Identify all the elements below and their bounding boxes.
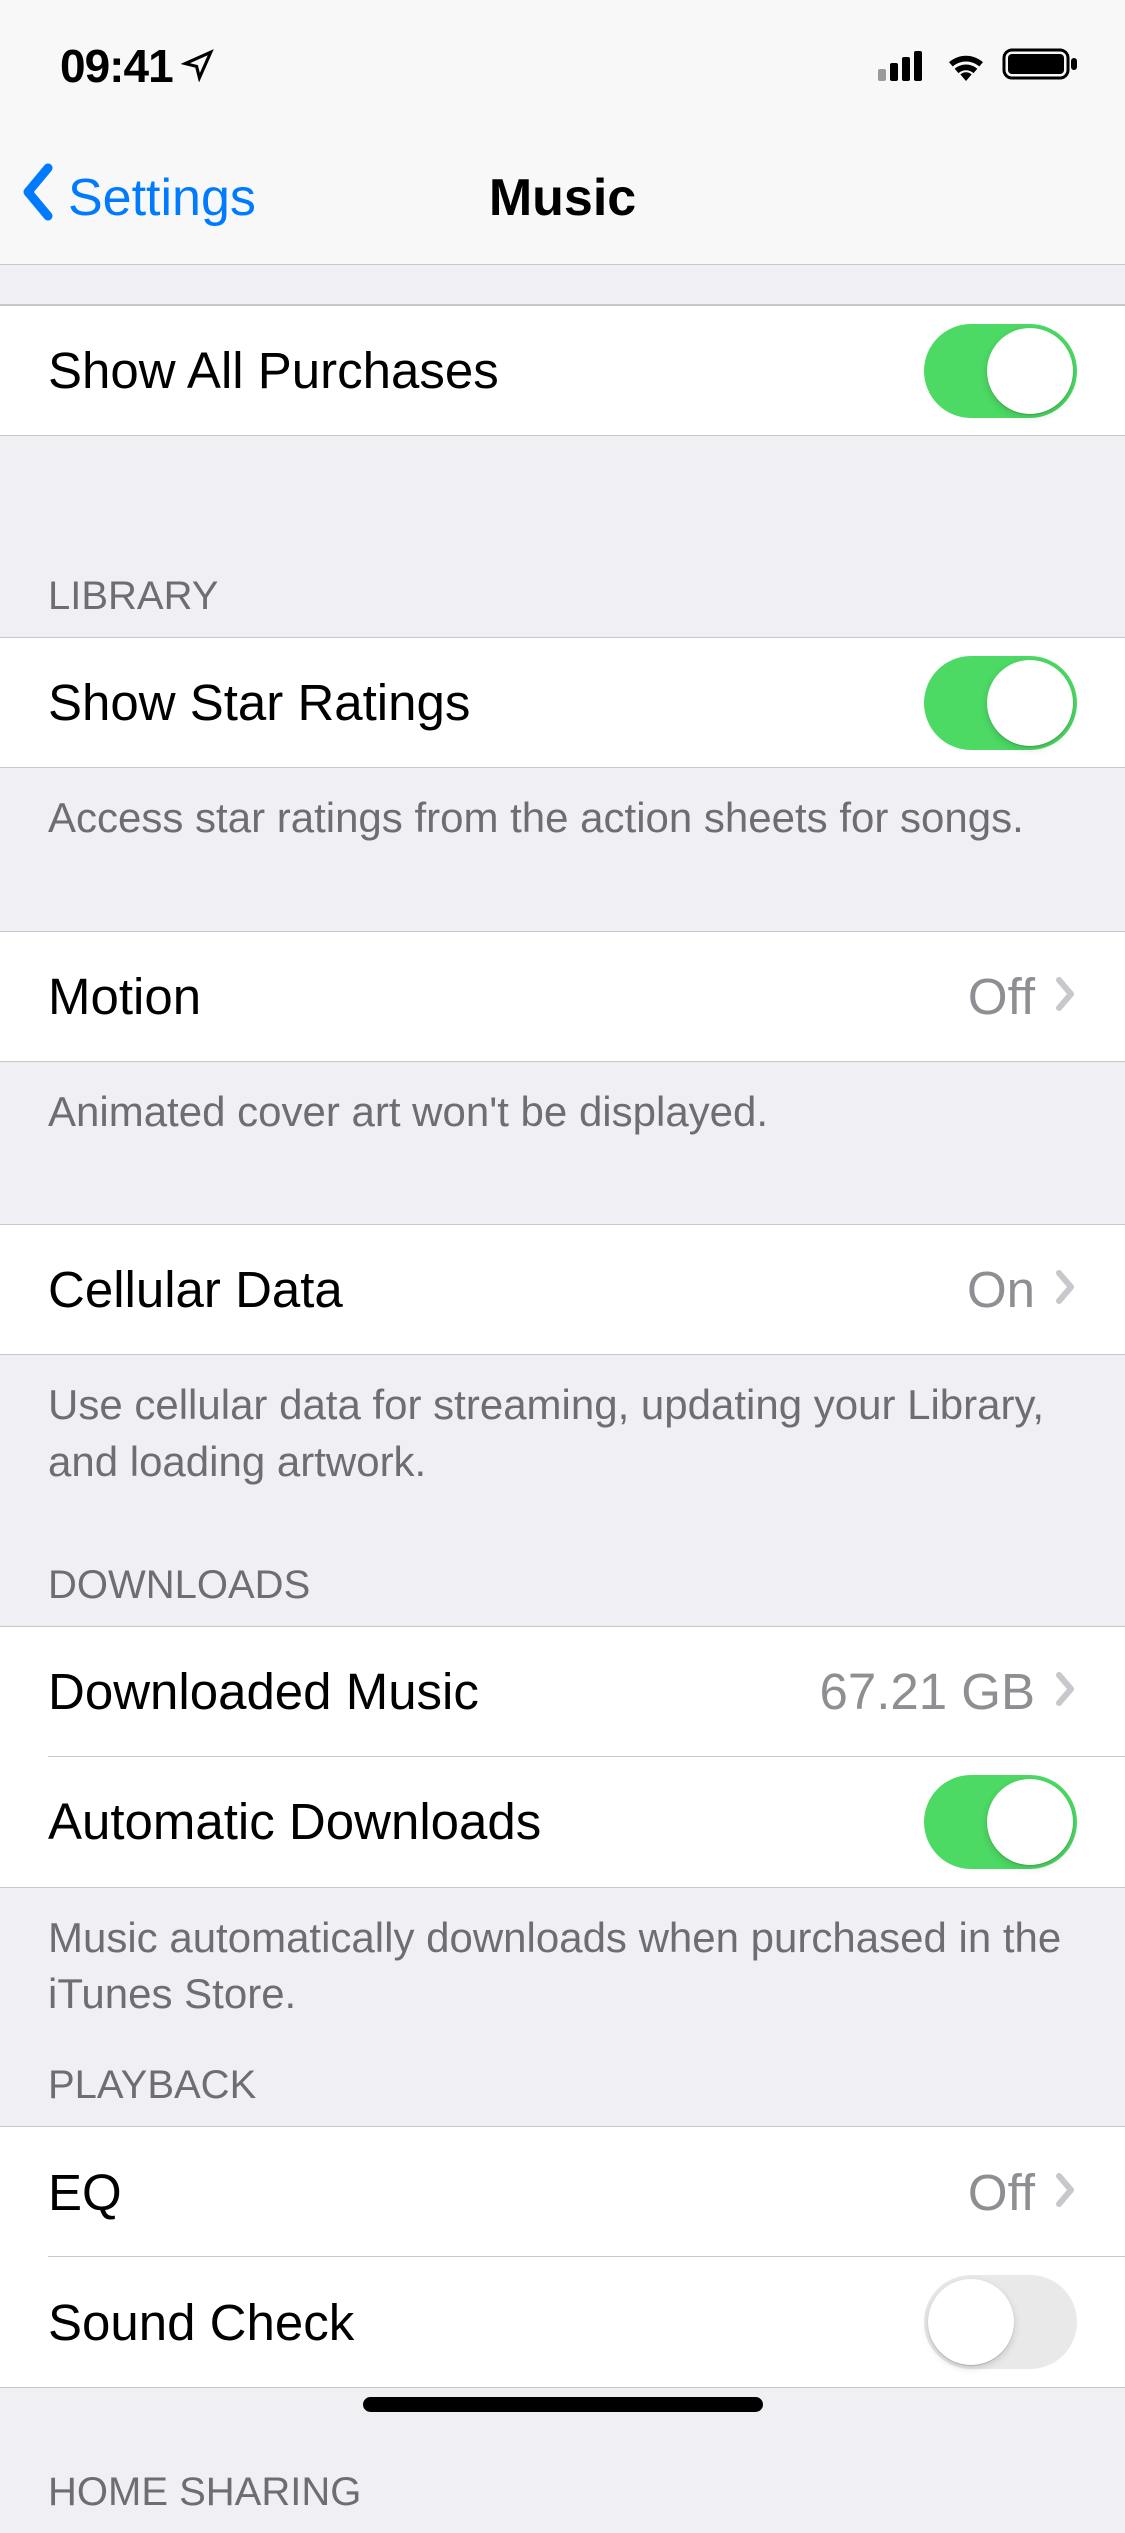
home-indicator[interactable] xyxy=(363,2397,763,2412)
chevron-right-icon xyxy=(1053,1260,1077,1319)
cell-label: Motion xyxy=(48,967,968,1026)
show-all-purchases-toggle[interactable] xyxy=(924,324,1077,418)
back-label: Settings xyxy=(68,168,256,228)
show-all-purchases-cell[interactable]: Show All Purchases xyxy=(0,305,1125,436)
star-ratings-footer: Access star ratings from the action shee… xyxy=(0,768,1125,871)
sound-check-cell[interactable]: Sound Check xyxy=(0,2257,1125,2388)
cell-label: Sound Check xyxy=(48,2293,924,2352)
chevron-right-icon xyxy=(1053,967,1077,1026)
nav-bar: Settings Music xyxy=(0,132,1125,265)
chevron-left-icon xyxy=(20,162,56,235)
cell-value: 67.21 GB xyxy=(820,1662,1035,1721)
status-bar: 09:41 xyxy=(0,0,1125,132)
cell-label: Cellular Data xyxy=(48,1260,967,1319)
battery-icon xyxy=(1002,46,1080,87)
eq-cell[interactable]: EQ Off xyxy=(0,2126,1125,2257)
chevron-right-icon xyxy=(1053,1662,1077,1721)
motion-cell[interactable]: Motion Off xyxy=(0,931,1125,1062)
cell-value: On xyxy=(967,1260,1035,1319)
cell-value: Off xyxy=(968,2163,1035,2222)
sound-check-toggle[interactable] xyxy=(924,2275,1077,2369)
status-time: 09:41 xyxy=(60,39,173,93)
cell-value: Off xyxy=(968,967,1035,1026)
wifi-icon xyxy=(942,47,990,86)
cellular-data-cell[interactable]: Cellular Data On xyxy=(0,1224,1125,1355)
automatic-downloads-cell[interactable]: Automatic Downloads xyxy=(0,1757,1125,1888)
cell-label: Downloaded Music xyxy=(48,1662,820,1721)
show-star-ratings-toggle[interactable] xyxy=(924,656,1077,750)
show-star-ratings-cell[interactable]: Show Star Ratings xyxy=(0,637,1125,768)
back-button[interactable]: Settings xyxy=(0,162,256,235)
playback-header: PLAYBACK xyxy=(0,2047,1125,2126)
downloaded-music-cell[interactable]: Downloaded Music 67.21 GB xyxy=(0,1626,1125,1757)
downloads-header: DOWNLOADS xyxy=(0,1515,1125,1626)
motion-footer: Animated cover art won't be displayed. xyxy=(0,1062,1125,1165)
location-icon xyxy=(181,39,215,93)
library-header: LIBRARY xyxy=(0,546,1125,637)
cellular-signal-icon xyxy=(878,47,930,86)
automatic-downloads-toggle[interactable] xyxy=(924,1775,1077,1869)
automatic-downloads-footer: Music automatically downloads when purch… xyxy=(0,1888,1125,2047)
chevron-right-icon xyxy=(1053,2163,1077,2222)
cell-label: EQ xyxy=(48,2163,968,2222)
cellular-footer: Use cellular data for streaming, updatin… xyxy=(0,1355,1125,1514)
cell-label: Show All Purchases xyxy=(48,341,924,400)
settings-content: Show All Purchases LIBRARY Show Star Rat… xyxy=(0,265,1125,2533)
cell-label: Automatic Downloads xyxy=(48,1792,924,1851)
page-title: Music xyxy=(489,168,636,228)
cell-label: Show Star Ratings xyxy=(48,673,924,732)
